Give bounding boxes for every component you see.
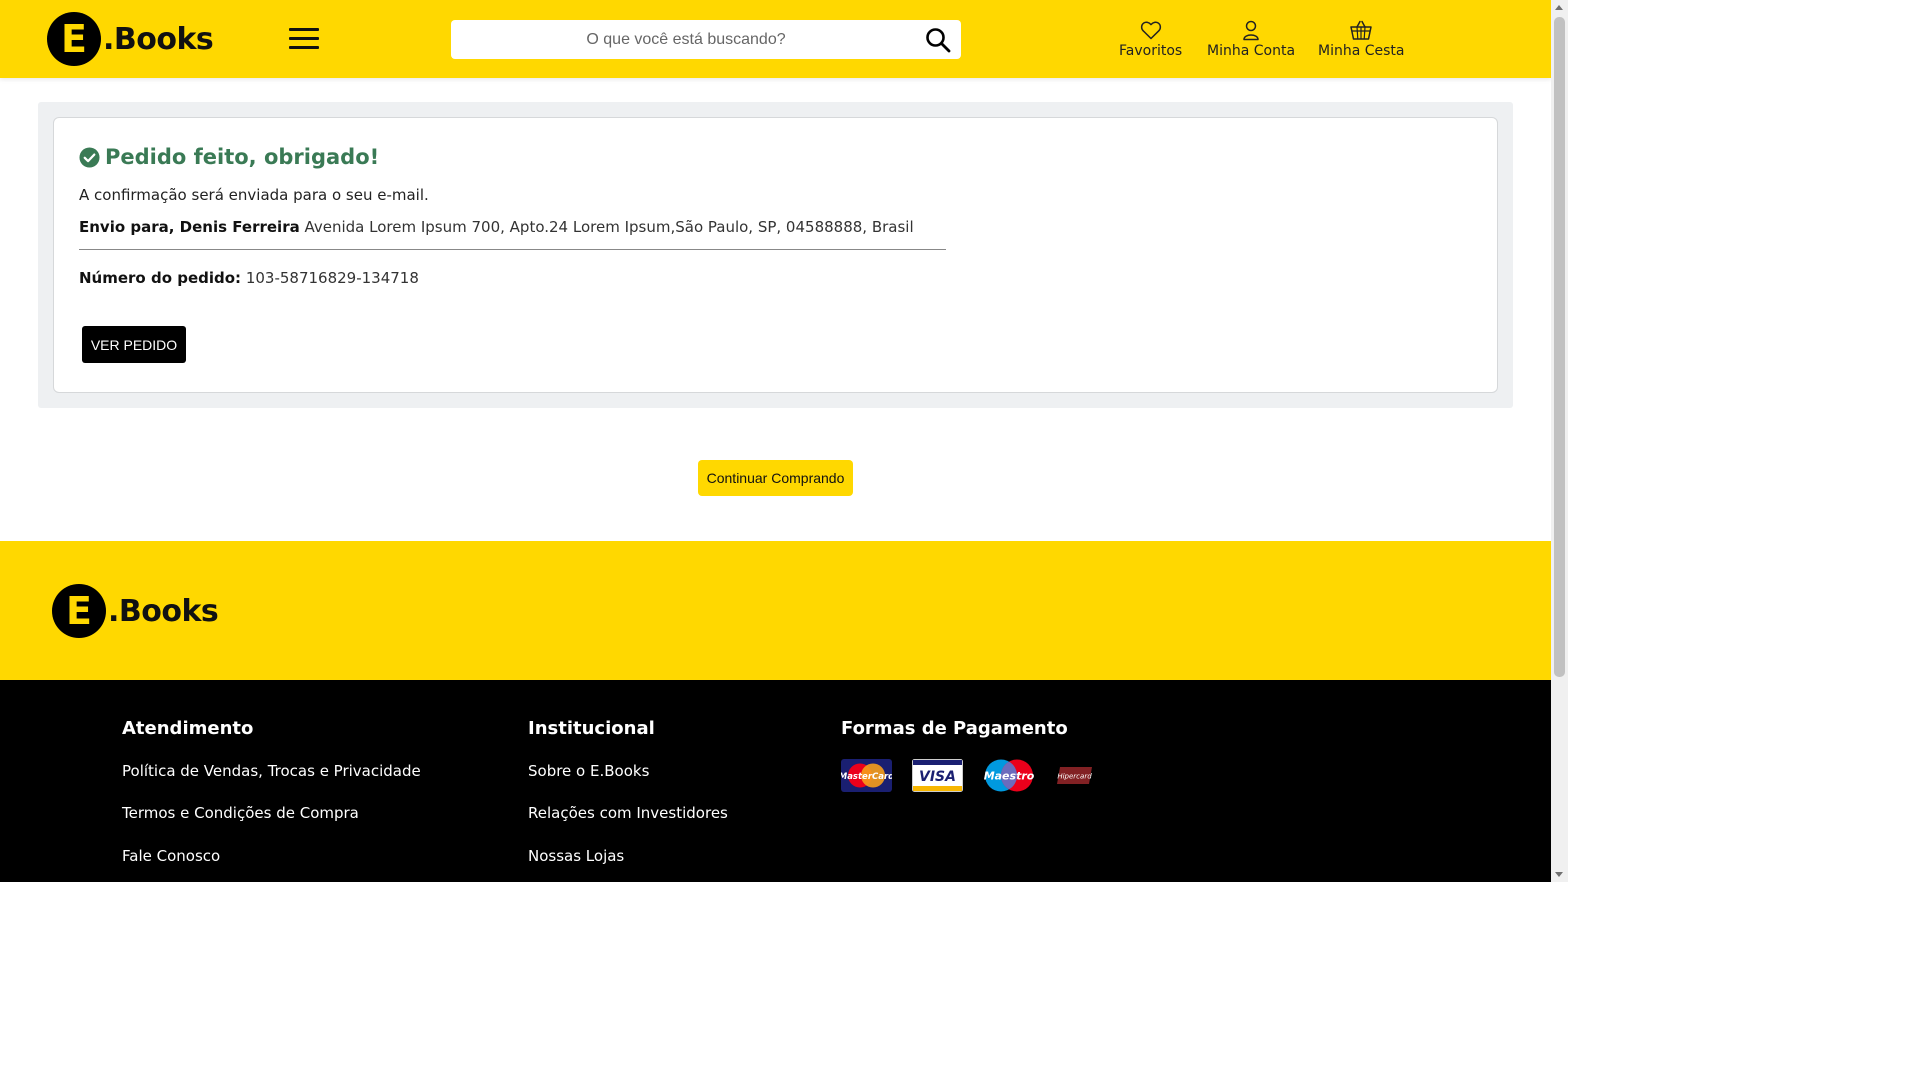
account-label: Minha Conta bbox=[1207, 43, 1296, 59]
user-icon bbox=[1243, 20, 1259, 41]
order-success-title: Pedido feito, obrigado! bbox=[79, 145, 379, 169]
footer-link[interactable]: Política de Vendas, Trocas e Privacidade bbox=[122, 762, 421, 780]
continue-shopping-button[interactable]: Continuar Comprando bbox=[698, 460, 853, 496]
logo-text: .Books bbox=[108, 593, 219, 629]
scroll-down-arrow-icon[interactable] bbox=[1555, 872, 1563, 877]
hipercard-icon: Hipercard bbox=[1056, 759, 1093, 792]
shipping-info: Envio para, Denis Ferreira Avenida Lorem… bbox=[79, 218, 914, 236]
basket-link[interactable]: Minha Cesta bbox=[1318, 18, 1405, 59]
order-number: Número do pedido: 103-58716829-134718 bbox=[79, 269, 419, 287]
favorites-label: Favoritos bbox=[1119, 43, 1183, 59]
divider bbox=[79, 249, 946, 250]
search-icon[interactable] bbox=[925, 27, 951, 53]
footer-logo[interactable]: E .Books bbox=[52, 584, 219, 638]
visa-label: VISA bbox=[919, 769, 956, 785]
check-circle-icon bbox=[79, 146, 100, 168]
basket-icon bbox=[1350, 20, 1372, 40]
footer-heading-pagamento: Formas de Pagamento bbox=[841, 718, 1068, 739]
footer-links bbox=[0, 680, 1551, 882]
view-order-button[interactable]: VER PEDIDO bbox=[82, 326, 186, 363]
maestro-label: Maestro bbox=[984, 770, 1035, 783]
order-number-label: Número do pedido: bbox=[79, 269, 242, 287]
visa-icon: VISA bbox=[912, 759, 963, 792]
footer-link[interactable]: Relações com Investidores bbox=[528, 804, 728, 822]
heart-icon bbox=[1140, 21, 1161, 40]
shipping-label: Envio para, Denis Ferreira bbox=[79, 218, 300, 236]
order-number-value: 103-58716829-134718 bbox=[241, 269, 419, 287]
footer-heading-institucional: Institucional bbox=[528, 718, 655, 739]
search-bar bbox=[451, 20, 961, 59]
basket-label: Minha Cesta bbox=[1318, 43, 1405, 59]
hipercard-label: Hipercard bbox=[1057, 773, 1092, 781]
header-logo[interactable]: E .Books bbox=[47, 12, 214, 66]
order-success-text: Pedido feito, obrigado! bbox=[105, 145, 380, 169]
footer-link[interactable]: Fale Conosco bbox=[122, 847, 220, 865]
footer-brand-bar: E .Books bbox=[0, 541, 1551, 680]
account-link[interactable]: Minha Conta bbox=[1207, 18, 1295, 59]
footer-link[interactable]: Sobre o E.Books bbox=[528, 762, 649, 780]
mastercard-label: MasterCard bbox=[841, 772, 892, 782]
favorites-link[interactable]: Favoritos bbox=[1119, 18, 1182, 59]
confirmation-text: A confirmação será enviada para o seu e-… bbox=[79, 186, 429, 204]
vertical-scrollbar[interactable] bbox=[1551, 0, 1568, 882]
scrollbar-thumb[interactable] bbox=[1554, 17, 1565, 677]
footer-heading-atendimento: Atendimento bbox=[122, 718, 254, 739]
footer-link[interactable]: Nossas Lojas bbox=[528, 847, 624, 865]
maestro-icon: Maestro bbox=[983, 759, 1035, 792]
logo-mark: E bbox=[47, 12, 101, 66]
footer-link[interactable]: Termos e Condições de Compra bbox=[122, 804, 359, 822]
mastercard-icon: MasterCard bbox=[841, 759, 892, 792]
hamburger-menu-icon[interactable] bbox=[289, 28, 319, 50]
search-input[interactable] bbox=[451, 20, 921, 59]
scroll-up-arrow-icon[interactable] bbox=[1555, 5, 1563, 10]
logo-text: .Books bbox=[103, 21, 214, 57]
logo-mark: E bbox=[52, 584, 106, 638]
shipping-address: Avenida Lorem Ipsum 700, Apto.24 Lorem I… bbox=[299, 218, 914, 236]
header: E .Books Favoritos Minha Conta bbox=[0, 0, 1551, 78]
